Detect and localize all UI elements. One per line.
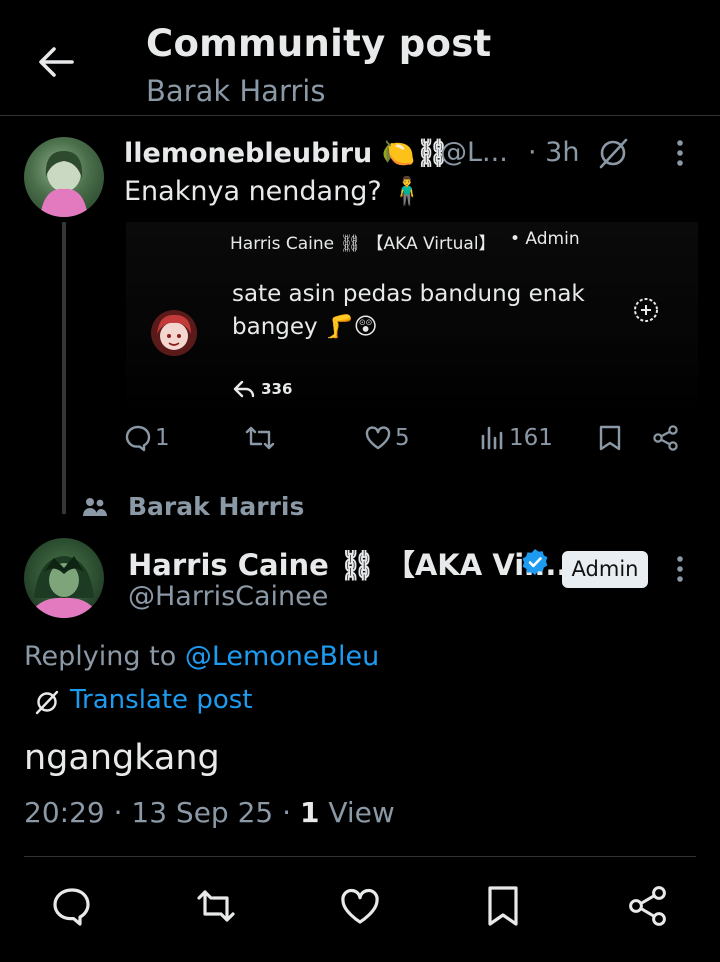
views-label: View (319, 796, 395, 829)
avatar[interactable] (24, 538, 104, 618)
more-icon[interactable] (675, 138, 685, 168)
verified-icon (521, 548, 549, 576)
bookmark-button[interactable] (482, 884, 526, 928)
embed-text: sate asin pedas bandung enak (232, 281, 585, 307)
more-icon[interactable] (675, 554, 685, 584)
post-time[interactable]: · 3h (528, 137, 579, 168)
reply-icon (125, 425, 151, 452)
views-count: 1 (299, 796, 320, 829)
retweet-icon (197, 890, 235, 922)
user-handle[interactable]: @HarrisCainee (128, 581, 328, 612)
embed-text-2: bangey 🦵😲 (232, 314, 378, 340)
bookmark-icon (599, 425, 621, 451)
retweet-button[interactable] (244, 424, 276, 452)
display-name[interactable]: llemonebleubiru 🍋⛓ (124, 137, 450, 169)
like-icon (365, 426, 391, 450)
display-name[interactable]: Harris Caine ⛓ 【AKA Vir... (128, 542, 567, 584)
embed-share-count: 336 (261, 379, 293, 398)
thread-line (62, 222, 66, 514)
views-button[interactable]: 161 (480, 424, 553, 452)
retweet-button[interactable] (194, 884, 238, 928)
post-timestamp[interactable]: 20:29 · 13 Sep 25 · (24, 796, 300, 829)
share-icon (629, 886, 666, 926)
reply-icon (53, 888, 90, 926)
replying-to-label: Replying to (24, 641, 185, 672)
like-button[interactable] (338, 884, 382, 928)
views-icon (481, 426, 503, 450)
share-button[interactable] (626, 884, 670, 928)
post-meta: 20:29 · 13 Sep 25 · 1 View (24, 796, 395, 829)
like-button[interactable]: 5 (364, 424, 410, 452)
community-label[interactable]: Barak Harris (128, 492, 304, 521)
back-arrow-icon[interactable] (34, 40, 78, 84)
replying-to: Replying to @LemoneBleu (24, 641, 379, 672)
post-text: ngangkang (24, 738, 220, 778)
translate-icon[interactable] (34, 689, 60, 715)
post-text: Enaknya nendang? 🧍‍♂️ (124, 176, 424, 207)
bookmark-button[interactable] (598, 424, 622, 452)
view-count: 161 (509, 425, 553, 451)
translate-post-link[interactable]: Translate post (70, 685, 252, 715)
page-subtitle: Barak Harris (146, 74, 326, 108)
avatar[interactable] (24, 137, 104, 217)
page-title: Community post (146, 22, 492, 65)
like-count: 5 (395, 425, 410, 451)
add-icon[interactable] (632, 296, 660, 324)
community-icon (82, 496, 108, 518)
share-button[interactable] (652, 424, 680, 452)
like-icon (341, 888, 379, 924)
reply-button[interactable] (50, 884, 94, 928)
bookmark-icon (488, 886, 518, 926)
embed-author-name: Harris Caine ⛓ 【AKA Virtual】 (230, 234, 496, 254)
embed-share: 336 (232, 378, 292, 399)
header: Community post Barak Harris (0, 0, 720, 116)
reply-count: 1 (155, 425, 170, 451)
admin-badge: Admin (562, 551, 648, 588)
reply-button[interactable]: 1 (124, 424, 170, 452)
embed-admin-label: • Admin (510, 229, 580, 249)
retweet-icon (245, 426, 275, 450)
embed-avatar (151, 310, 197, 356)
mention-link[interactable]: @LemoneBleu (185, 641, 379, 672)
translate-icon[interactable] (596, 136, 630, 170)
divider (24, 856, 696, 857)
user-handle[interactable]: @L... (440, 137, 508, 168)
share-icon (653, 425, 678, 451)
